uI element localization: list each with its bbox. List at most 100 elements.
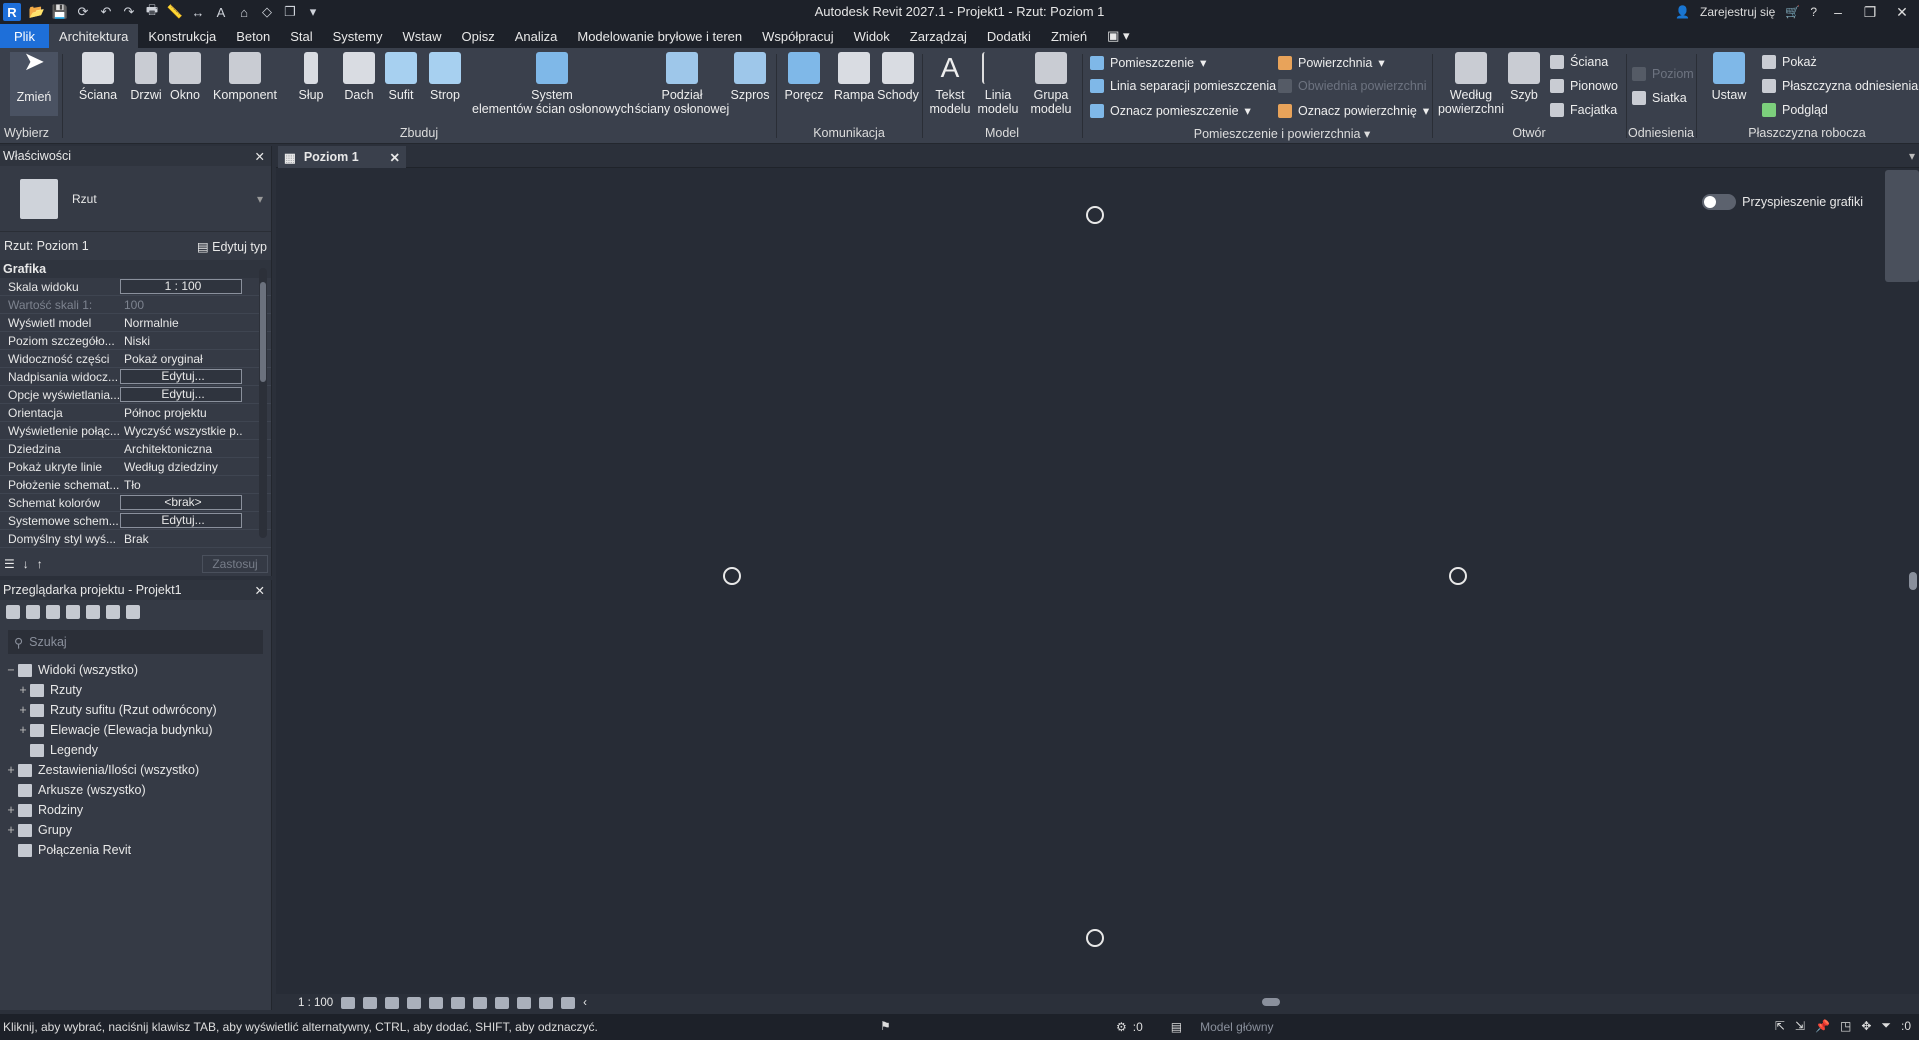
property-value-button[interactable]: Edytuj... (120, 369, 242, 384)
selection-count-icon[interactable]: ⚙ (1116, 1020, 1127, 1034)
component-button[interactable]: Komponent (208, 52, 282, 102)
tab-analyze[interactable]: Analiza (505, 24, 568, 48)
wall-opening-button[interactable]: Ściana (1550, 55, 1608, 69)
sort-desc-icon[interactable]: ↑ (37, 557, 43, 571)
property-row[interactable]: Wartość skali 1: 100 (0, 296, 271, 314)
browser-tree-node[interactable]: + Grupy (0, 820, 271, 840)
families-icon[interactable] (86, 605, 100, 619)
scroll-left-icon[interactable]: ‹ (583, 997, 587, 1009)
links-icon[interactable] (126, 605, 140, 619)
open-icon[interactable]: 📂 (27, 3, 47, 21)
type-selector[interactable]: Rzut ▾ (0, 166, 271, 232)
property-row[interactable]: Wyświetlenie połąc... Wyczyść wszystkie p… (0, 422, 271, 440)
elevation-marker-north[interactable] (1086, 206, 1104, 224)
browser-tree-node[interactable]: + Elewacje (Elewacja budynku) (0, 720, 271, 740)
edit-type-button[interactable]: ▤ Edytuj typ (197, 239, 267, 254)
expand-toggle-icon[interactable]: + (4, 803, 18, 817)
graphics-acceleration-toggle[interactable]: Przyspieszenie grafiki (1702, 194, 1863, 210)
select-pinned-icon[interactable]: 📌 (1815, 1019, 1830, 1033)
redo-icon[interactable]: ↷ (119, 3, 139, 21)
undo-icon[interactable]: ↶ (96, 3, 116, 21)
dormer-button[interactable]: Facjatka (1550, 103, 1617, 117)
wall-button[interactable]: Ściana (74, 52, 122, 102)
model-line-button[interactable]: Linia modelu (974, 52, 1022, 116)
viewer-button[interactable]: Podgląd (1762, 103, 1828, 117)
select-by-face-icon[interactable]: ◳ (1840, 1019, 1851, 1033)
filter-icon[interactable]: ⏷ (1881, 1018, 1891, 1033)
room-separator-button[interactable]: Linia separacji pomieszczenia (1090, 79, 1276, 93)
column-button[interactable]: Słup (292, 52, 330, 102)
show-crop-icon[interactable] (451, 997, 466, 1009)
groups-icon[interactable] (106, 605, 120, 619)
print-icon[interactable]: 🖶 (142, 2, 162, 21)
views-icon[interactable] (26, 605, 40, 619)
type-dropdown-icon[interactable]: ▾ (257, 192, 263, 206)
horizontal-scrollbar[interactable] (1262, 998, 1280, 1006)
home-icon[interactable] (6, 605, 20, 619)
lock-3d-icon[interactable] (517, 997, 532, 1009)
by-face-button[interactable]: Według powierzchni (1436, 52, 1506, 116)
room-group-label[interactable]: Pomieszczenie i powierzchnia ▾ (1082, 126, 1482, 141)
property-row[interactable]: Schemat kolorów <brak> (0, 494, 271, 512)
expand-toggle-icon[interactable]: + (4, 823, 18, 837)
drag-elements-icon[interactable]: ✥ (1861, 1019, 1871, 1033)
browser-close-icon[interactable]: ✕ (255, 583, 265, 598)
ceiling-button[interactable]: Sufit (384, 52, 418, 102)
sync-icon[interactable]: ⟳ (73, 3, 93, 21)
property-row[interactable]: Orientacja Północ projektu (0, 404, 271, 422)
switch-windows-icon[interactable]: ❐ (280, 3, 300, 21)
sort-asc-icon[interactable]: ↓ (23, 557, 29, 571)
drawing-canvas[interactable]: Przyspieszenie grafiki (276, 168, 1919, 994)
browser-tree-node[interactable]: + Rodziny (0, 800, 271, 820)
vertical-opening-button[interactable]: Pionowo (1550, 79, 1618, 93)
browser-tree-node[interactable]: + Zestawienia/Ilości (wszystko) (0, 760, 271, 780)
design-options-icon[interactable]: ▤ (1171, 1020, 1182, 1034)
help-icon[interactable]: ? (1810, 5, 1817, 19)
property-value[interactable]: Brak (120, 532, 242, 546)
window-button[interactable]: Okno (166, 52, 204, 102)
property-value[interactable]: Niski (120, 334, 242, 348)
shaft-button[interactable]: Szyb (1506, 52, 1542, 102)
signin-link[interactable]: Zarejestruj się (1700, 5, 1775, 19)
mullion-button[interactable]: Szpros (730, 52, 770, 102)
property-row[interactable]: Widoczność części Pokaż oryginał (0, 350, 271, 368)
properties-scrollbar[interactable] (259, 268, 267, 538)
graphics-group-header[interactable]: Grafika (0, 260, 271, 278)
tab-systems[interactable]: Systemy (323, 24, 393, 48)
tab-view[interactable]: Widok (844, 24, 900, 48)
restore-icon[interactable]: ❐ (1859, 4, 1881, 21)
tab-structure[interactable]: Konstrukcja (138, 24, 226, 48)
property-row[interactable]: Opcje wyświetlania... Edytuj... (0, 386, 271, 404)
expand-toggle-icon[interactable]: + (4, 763, 18, 777)
set-workplane-button[interactable]: Ustaw (1708, 52, 1750, 102)
app-logo[interactable]: R (3, 3, 21, 21)
tab-concrete[interactable]: Beton (226, 24, 280, 48)
expand-toggle-icon[interactable]: + (16, 683, 30, 697)
tab-massing[interactable]: Modelowanie bryłowe i teren (567, 24, 752, 48)
browser-tree-node[interactable]: + Rzuty sufitu (Rzut odwrócony) (0, 700, 271, 720)
view-scale[interactable]: 1 : 100 (298, 997, 333, 1009)
browser-tree-node[interactable]: Połączenia Revit (0, 840, 271, 860)
browser-tree-node[interactable]: − Widoki (wszystko) (0, 660, 271, 680)
grid-button[interactable]: Siatka (1632, 91, 1687, 105)
curtain-system-button[interactable]: System elementów ścian osłonowych (472, 52, 634, 116)
crop-view-icon[interactable] (429, 997, 444, 1009)
navigation-bar[interactable] (1885, 170, 1919, 282)
select-links-icon[interactable]: ⇱ (1775, 1019, 1785, 1033)
tab-list-icon[interactable]: ▾ (1909, 149, 1915, 163)
tab-steel[interactable]: Stal (280, 24, 322, 48)
view-tab-close-icon[interactable]: ✕ (390, 150, 400, 165)
browser-search-input[interactable]: ⚲ Szukaj (8, 630, 263, 654)
tag-room-button[interactable]: Oznacz pomieszczenie ▾ (1090, 103, 1251, 118)
show-workplane-button[interactable]: Pokaż (1762, 55, 1817, 69)
property-row[interactable]: Nadpisania widocz... Edytuj... (0, 368, 271, 386)
measure-icon[interactable]: 📏 (165, 3, 185, 21)
expand-toggle-icon[interactable]: + (16, 703, 30, 717)
qat-dropdown-icon[interactable]: ▾ (303, 3, 323, 21)
expand-toggle-icon[interactable]: − (4, 663, 18, 677)
sheets-icon[interactable] (46, 605, 60, 619)
property-row[interactable]: Wyświetl model Normalnie (0, 314, 271, 332)
property-value[interactable]: Normalnie (120, 316, 242, 330)
schedule-icon[interactable] (66, 605, 80, 619)
elevation-marker-west[interactable] (723, 567, 741, 585)
